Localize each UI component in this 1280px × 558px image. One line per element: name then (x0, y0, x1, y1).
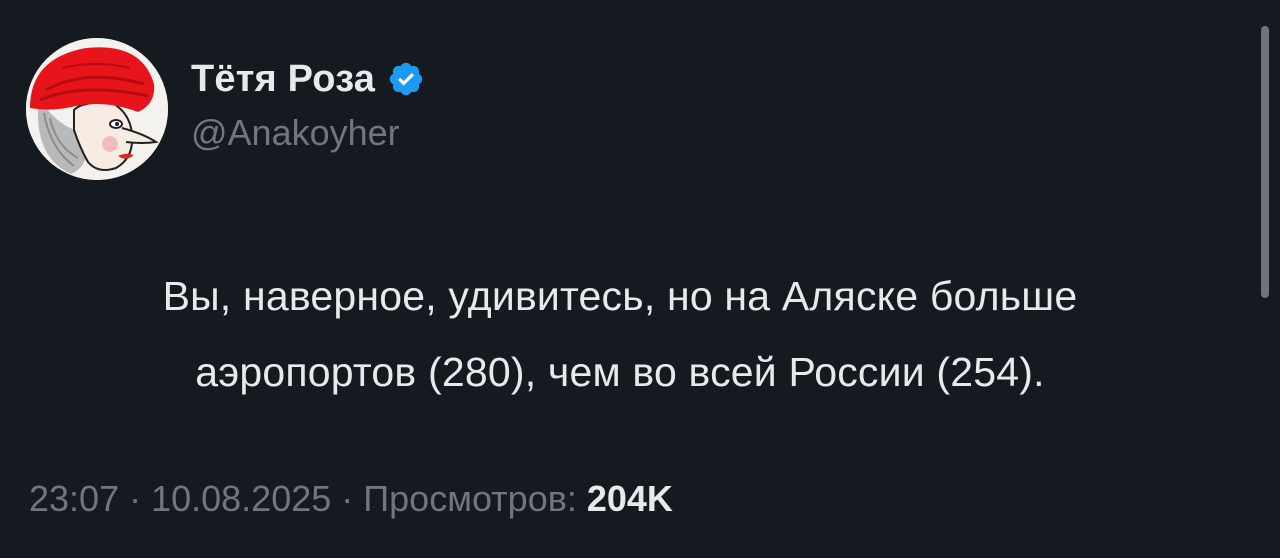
verified-badge-icon (387, 60, 425, 98)
tweet-date[interactable]: 10.08.2025 (151, 478, 331, 519)
author-block: Тётя Роза @Anakoyher (191, 54, 425, 154)
avatar-icon (26, 38, 168, 180)
display-name[interactable]: Тётя Роза (191, 58, 375, 101)
meta-separator: · (341, 478, 354, 519)
tweet-meta: 23:07 · 10.08.2025 · Просмотров: 204K (29, 478, 673, 520)
views-label: Просмотров: (363, 478, 577, 519)
avatar[interactable] (26, 38, 168, 180)
tweet-time[interactable]: 23:07 (29, 478, 119, 519)
views-count[interactable]: 204K (587, 478, 673, 519)
tweet-text-line: аэропортов (280), чем во всей России (25… (195, 349, 1045, 395)
name-row: Тётя Роза (191, 54, 425, 104)
user-handle[interactable]: @Anakoyher (191, 112, 425, 154)
tweet-text-line: Вы, наверное, удивитесь, но на Аляске бо… (162, 273, 1078, 319)
tweet-card: Тётя Роза @Anakoyher Вы, наверное, удиви… (0, 0, 1280, 558)
scrollbar[interactable] (1261, 26, 1269, 298)
tweet-text: Вы, наверное, удивитесь, но на Аляске бо… (0, 258, 1240, 410)
meta-separator: · (129, 478, 142, 519)
